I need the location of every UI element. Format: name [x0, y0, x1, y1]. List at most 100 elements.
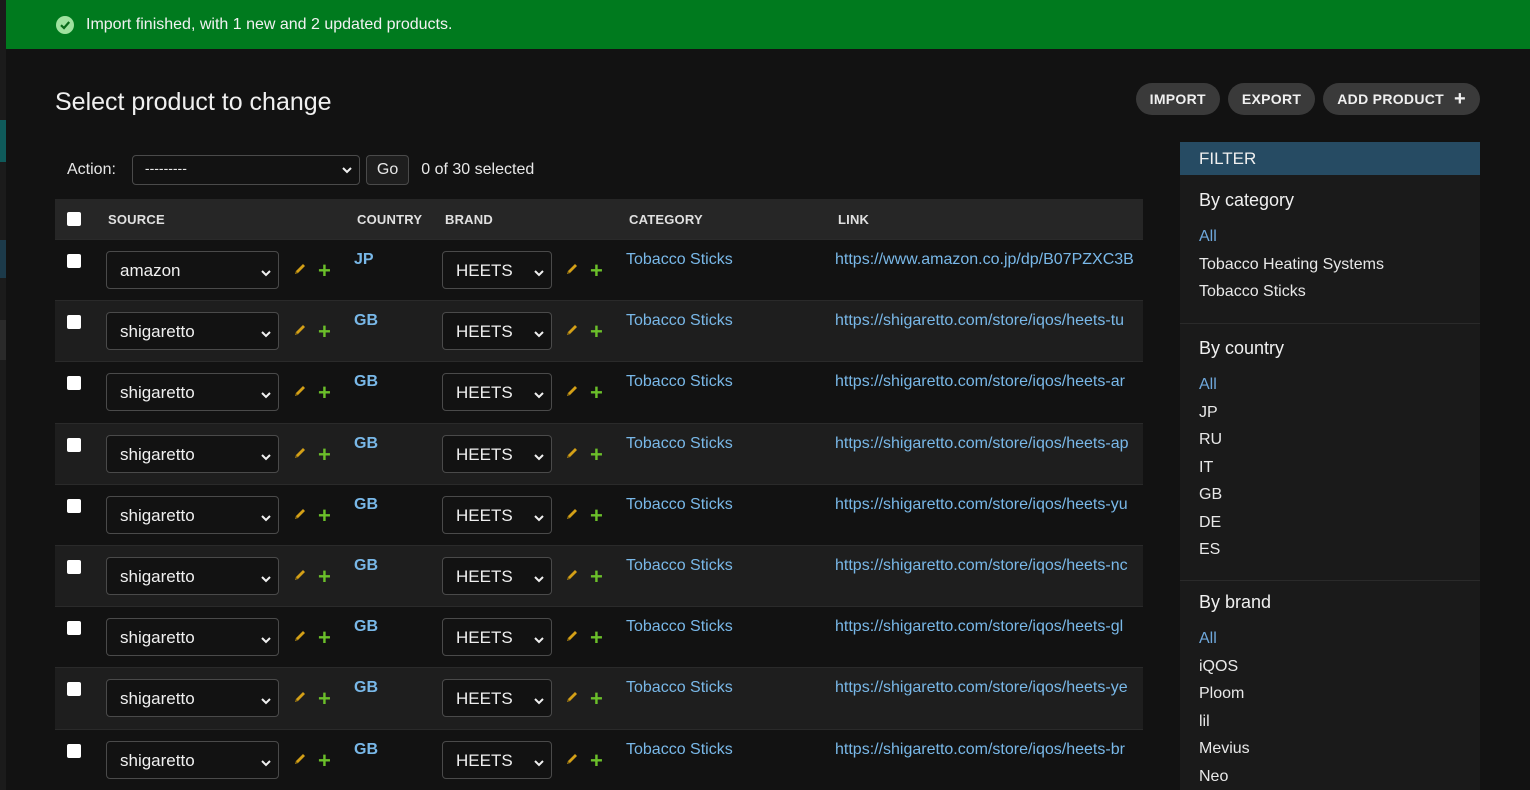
edit-source-pencil-icon[interactable]: [293, 752, 307, 771]
link-cell[interactable]: https://shigaretto.com/store/iqos/heets-…: [835, 741, 1143, 759]
column-source[interactable]: SOURCE: [108, 212, 357, 227]
edit-source-pencil-icon[interactable]: [293, 507, 307, 526]
import-button[interactable]: IMPORT: [1135, 83, 1220, 115]
brand-select[interactable]: HEETS: [442, 434, 552, 473]
source-select[interactable]: shigaretto: [106, 679, 279, 718]
filter-item[interactable]: DE: [1199, 509, 1480, 537]
link-cell[interactable]: https://shigaretto.com/store/iqos/heets-…: [835, 435, 1143, 453]
add-brand-plus-icon[interactable]: +: [590, 688, 603, 710]
filter-item[interactable]: IT: [1199, 454, 1480, 482]
add-source-plus-icon[interactable]: +: [318, 382, 331, 404]
edit-brand-pencil-icon[interactable]: [565, 507, 579, 526]
edit-source-pencil-icon[interactable]: [293, 690, 307, 709]
row-checkbox[interactable]: [67, 254, 81, 268]
brand-select[interactable]: HEETS: [442, 251, 552, 289]
edit-source-pencil-icon[interactable]: [293, 323, 307, 342]
filter-item[interactable]: GB: [1199, 481, 1480, 509]
column-brand[interactable]: BRAND: [445, 212, 629, 227]
filter-item[interactable]: All: [1199, 625, 1480, 653]
column-country[interactable]: COUNTRY: [357, 212, 445, 227]
link-cell[interactable]: https://www.amazon.co.jp/dp/B07PZXC3B: [835, 251, 1143, 269]
brand-select[interactable]: HEETS: [442, 679, 552, 718]
filter-item[interactable]: Mevius: [1199, 735, 1480, 763]
edit-source-pencil-icon[interactable]: [293, 446, 307, 465]
add-brand-plus-icon[interactable]: +: [590, 749, 603, 772]
brand-select[interactable]: HEETS: [442, 312, 552, 351]
link-cell[interactable]: https://shigaretto.com/store/iqos/heets-…: [835, 496, 1143, 514]
export-button[interactable]: EXPORT: [1227, 83, 1316, 115]
country-link[interactable]: GB: [354, 679, 378, 697]
source-select[interactable]: shigaretto: [106, 373, 279, 412]
source-select[interactable]: shigaretto: [106, 556, 279, 595]
edit-brand-pencil-icon[interactable]: [565, 384, 579, 403]
country-link[interactable]: GB: [354, 312, 378, 330]
row-checkbox[interactable]: [67, 437, 81, 452]
country-link[interactable]: GB: [354, 618, 378, 636]
add-brand-plus-icon[interactable]: +: [590, 627, 603, 649]
link-cell[interactable]: https://shigaretto.com/store/iqos/heets-…: [835, 312, 1143, 330]
add-source-plus-icon[interactable]: +: [318, 321, 331, 343]
country-link[interactable]: JP: [354, 251, 374, 269]
column-link[interactable]: LINK: [838, 212, 869, 227]
source-select[interactable]: shigaretto: [106, 434, 279, 473]
edit-brand-pencil-icon[interactable]: [565, 629, 579, 648]
source-select[interactable]: shigaretto: [106, 740, 279, 779]
brand-select[interactable]: HEETS: [442, 373, 552, 412]
filter-item[interactable]: Ploom: [1199, 680, 1480, 708]
link-cell[interactable]: https://shigaretto.com/store/iqos/heets-…: [835, 618, 1143, 636]
filter-item[interactable]: Neo: [1199, 763, 1480, 790]
edit-brand-pencil-icon[interactable]: [565, 323, 579, 342]
country-link[interactable]: GB: [354, 373, 378, 391]
edit-source-pencil-icon[interactable]: [293, 262, 307, 281]
row-checkbox[interactable]: [67, 498, 81, 513]
add-brand-plus-icon[interactable]: +: [590, 260, 603, 282]
edit-brand-pencil-icon[interactable]: [565, 446, 579, 465]
link-cell[interactable]: https://shigaretto.com/store/iqos/heets-…: [835, 373, 1143, 391]
edit-brand-pencil-icon[interactable]: [565, 262, 579, 281]
add-brand-plus-icon[interactable]: +: [590, 382, 603, 404]
column-category[interactable]: CATEGORY: [629, 212, 838, 227]
row-checkbox[interactable]: [67, 621, 81, 636]
filter-item[interactable]: All: [1199, 371, 1480, 399]
add-source-plus-icon[interactable]: +: [318, 565, 331, 588]
edit-source-pencil-icon[interactable]: [293, 629, 307, 648]
add-brand-plus-icon[interactable]: +: [590, 321, 603, 343]
go-button[interactable]: Go: [365, 155, 410, 185]
filter-item[interactable]: ES: [1199, 536, 1480, 564]
action-select[interactable]: ---------: [131, 155, 360, 185]
brand-select[interactable]: HEETS: [442, 740, 552, 779]
filter-item[interactable]: JP: [1199, 399, 1480, 427]
edit-source-pencil-icon[interactable]: [293, 384, 307, 403]
row-checkbox[interactable]: [67, 376, 81, 391]
brand-select[interactable]: HEETS: [442, 495, 552, 534]
source-select[interactable]: shigaretto: [106, 495, 279, 534]
edit-brand-pencil-icon[interactable]: [565, 752, 579, 771]
filter-item[interactable]: iQOS: [1199, 653, 1480, 681]
brand-select[interactable]: HEETS: [442, 556, 552, 595]
source-select[interactable]: amazon: [106, 251, 279, 289]
add-brand-plus-icon[interactable]: +: [590, 504, 603, 527]
row-checkbox[interactable]: [67, 315, 81, 330]
edit-source-pencil-icon[interactable]: [293, 568, 307, 587]
filter-item[interactable]: Tobacco Heating Systems: [1199, 251, 1480, 279]
source-select[interactable]: shigaretto: [106, 312, 279, 351]
add-source-plus-icon[interactable]: +: [318, 688, 331, 710]
row-checkbox[interactable]: [67, 743, 81, 758]
add-brand-plus-icon[interactable]: +: [590, 443, 603, 466]
add-source-plus-icon[interactable]: +: [318, 627, 331, 649]
source-select[interactable]: shigaretto: [106, 618, 279, 657]
row-checkbox[interactable]: [67, 559, 81, 574]
add-source-plus-icon[interactable]: +: [318, 260, 331, 282]
edit-brand-pencil-icon[interactable]: [565, 690, 579, 709]
filter-item[interactable]: lil: [1199, 708, 1480, 736]
row-checkbox[interactable]: [67, 682, 81, 697]
add-brand-plus-icon[interactable]: +: [590, 565, 603, 588]
filter-item[interactable]: All: [1199, 223, 1480, 251]
add-source-plus-icon[interactable]: +: [318, 749, 331, 772]
add-source-plus-icon[interactable]: +: [318, 443, 331, 466]
brand-select[interactable]: HEETS: [442, 618, 552, 657]
filter-item[interactable]: RU: [1199, 426, 1480, 454]
country-link[interactable]: GB: [354, 741, 378, 759]
edit-brand-pencil-icon[interactable]: [565, 568, 579, 587]
link-cell[interactable]: https://shigaretto.com/store/iqos/heets-…: [835, 557, 1143, 575]
